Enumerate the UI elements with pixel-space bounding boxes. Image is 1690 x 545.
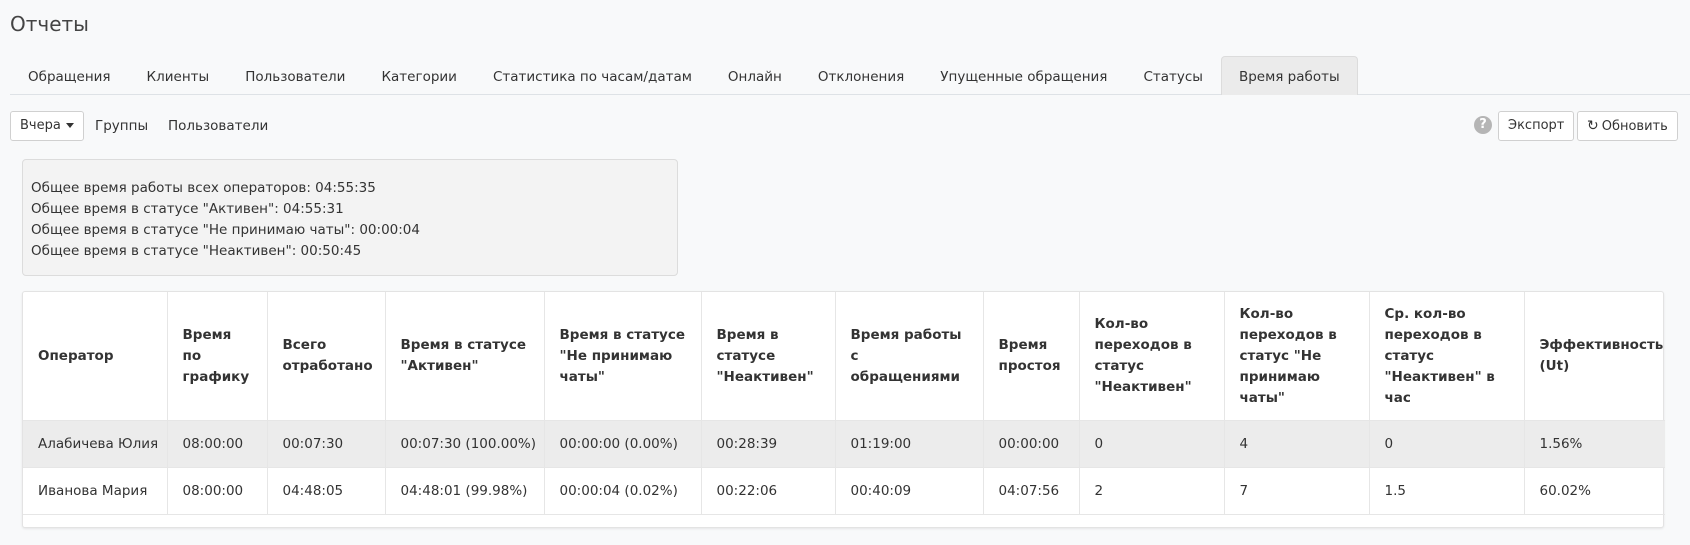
table-cell: 08:00:00 [167,420,268,468]
table-cell: 4 [1224,420,1370,468]
summary-total-work-time: Общее время работы всех операторов: 04:5… [31,180,376,196]
column-header[interactable]: Эффективность (Ut) [1524,292,1665,421]
tab-users[interactable]: Пользователи [227,56,363,94]
table-cell: 1.5 [1369,467,1525,515]
table-cell: 04:48:01 (99.98%) [385,467,545,515]
column-header[interactable]: Время простоя [983,292,1080,421]
tab-deviations[interactable]: Отклонения [800,56,922,94]
column-header[interactable]: Оператор [23,292,168,421]
refresh-icon: ↻ [1587,118,1599,134]
groups-filter[interactable]: Группы [95,111,148,141]
table-header-row: Оператор Время по графику Всего отработа… [23,292,1665,421]
tab-clients[interactable]: Клиенты [129,56,228,94]
users-filter[interactable]: Пользователи [168,111,268,141]
page-title: Отчеты [10,12,89,36]
column-header[interactable]: Время работы с обращениями [835,292,984,421]
summary-panel: Общее время работы всех операторов: 04:5… [22,159,678,276]
tab-statuses[interactable]: Статусы [1125,56,1221,94]
column-header[interactable]: Ср. кол-во переходов в статус "Неактивен… [1369,292,1525,421]
table-cell: 00:28:39 [701,420,836,468]
table-cell: 00:07:30 (100.00%) [385,420,545,468]
table-cell: Алабичева Юлия [23,420,168,468]
table-cell: 01:19:00 [835,420,984,468]
tab-work-time[interactable]: Время работы [1220,56,1358,95]
table-row[interactable]: Алабичева Юлия 08:00:00 00:07:30 00:07:3… [23,420,1665,468]
table-cell: 00:40:09 [835,467,984,515]
table-cell: 2 [1079,467,1225,515]
table-cell: 04:07:56 [983,467,1080,515]
period-dropdown-label: Вчера [20,118,61,133]
summary-not-accepting-time: Общее время в статусе "Не принимаю чаты"… [31,222,420,238]
work-time-table: Оператор Время по графику Всего отработа… [23,292,1665,515]
caret-down-icon [65,123,74,128]
table-cell: 00:00:00 (0.00%) [544,420,702,468]
table-cell: 60.02% [1524,467,1665,515]
export-button-label: Экспорт [1508,118,1565,133]
period-dropdown[interactable]: Вчера [10,111,84,141]
table-cell: 00:22:06 [701,467,836,515]
table-cell: 7 [1224,467,1370,515]
tab-hourly-stats[interactable]: Статистика по часам/датам [475,56,710,94]
summary-active-time: Общее время в статусе "Активен": 04:55:3… [31,201,344,217]
table-cell: 04:48:05 [267,467,386,515]
export-button[interactable]: Экспорт [1498,111,1575,141]
table-row[interactable]: Иванова Мария 08:00:00 04:48:05 04:48:01… [23,467,1665,515]
tab-missed-requests[interactable]: Упущенные обращения [922,56,1125,94]
table-cell: 00:00:00 [983,420,1080,468]
column-header[interactable]: Время в статусе "Активен" [385,292,545,421]
column-header[interactable]: Кол-во переходов в статус "Не принимаю ч… [1224,292,1370,421]
column-header[interactable]: Время в статусе "Неактивен" [701,292,836,421]
table-cell: 0 [1369,420,1525,468]
summary-inactive-time: Общее время в статусе "Неактивен": 00:50… [31,243,362,259]
table-cell: 08:00:00 [167,467,268,515]
tab-requests[interactable]: Обращения [10,56,129,94]
tab-online[interactable]: Онлайн [710,56,800,94]
column-header[interactable]: Время по графику [167,292,268,421]
table-cell: Иванова Мария [23,467,168,515]
table-cell: 00:00:04 (0.02%) [544,467,702,515]
help-icon[interactable]: ? [1474,116,1492,134]
column-header[interactable]: Время в статусе "Не принимаю чаты" [544,292,702,421]
report-toolbar: Вчера Группы Пользователи ? Экспорт ↻ Обн… [10,111,1678,141]
work-time-table-card: Оператор Время по графику Всего отработа… [22,291,1665,528]
column-header[interactable]: Кол-во переходов в статус "Неактивен" [1079,292,1225,421]
table-cell: 0 [1079,420,1225,468]
tab-categories[interactable]: Категории [363,56,475,94]
column-header[interactable]: Всего отработано [267,292,386,421]
table-cell: 00:07:30 [267,420,386,468]
report-tabs: Обращения Клиенты Пользователи Категории… [10,56,1690,95]
refresh-button[interactable]: ↻ Обновить [1577,111,1678,141]
refresh-button-label: Обновить [1601,119,1668,134]
table-cell: 1.56% [1524,420,1665,468]
